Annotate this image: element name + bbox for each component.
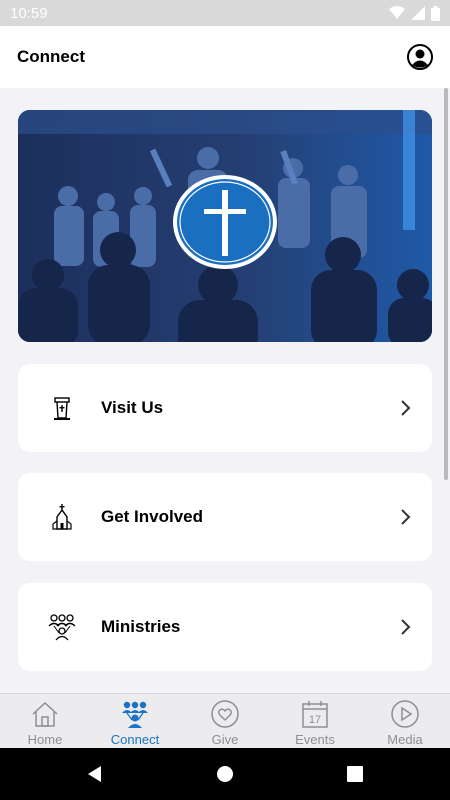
chevron-right-icon (401, 400, 411, 416)
people-group-icon (48, 614, 76, 641)
visit-us-card[interactable]: Visit Us (18, 364, 432, 452)
chevron-right-icon (401, 509, 411, 525)
tab-media-label: Media (387, 732, 423, 747)
tab-media[interactable]: Media (360, 694, 450, 749)
tab-home-label: Home (27, 732, 63, 747)
page-title: Connect (17, 47, 85, 66)
status-time: 10:59 (10, 4, 48, 22)
heart-icon (211, 700, 239, 728)
profile-button[interactable] (406, 43, 434, 71)
visit-us-label: Visit Us (101, 398, 164, 417)
wifi-icon (389, 6, 405, 19)
back-icon[interactable] (85, 764, 105, 784)
home-icon (32, 701, 58, 727)
tab-give[interactable]: Give (180, 694, 270, 749)
church-icon (52, 504, 72, 530)
tab-events[interactable]: 17 Events (270, 694, 360, 749)
tab-connect[interactable]: Connect (90, 694, 180, 749)
system-nav-bar (0, 748, 450, 800)
calendar-day: 17 (309, 714, 321, 726)
ministries-card[interactable]: Ministries (18, 583, 432, 671)
tab-bar: Home Connect Give 17 Events Media (0, 693, 450, 748)
hero-banner[interactable] (18, 110, 432, 342)
scrollbar[interactable] (444, 88, 448, 480)
content-scroll[interactable]: Visit Us Get Involved Ministries (0, 88, 450, 693)
status-bar: 10:59 (0, 0, 450, 26)
get-involved-card[interactable]: Get Involved (18, 473, 432, 561)
user-profile-icon (407, 44, 433, 70)
signal-icon (411, 6, 425, 20)
play-icon (391, 700, 419, 728)
ministries-label: Ministries (101, 617, 181, 636)
chevron-right-icon (401, 619, 411, 635)
cross-logo-icon (173, 175, 277, 269)
tab-connect-label: Connect (110, 732, 160, 747)
status-icons (389, 5, 440, 21)
get-involved-label: Get Involved (101, 507, 204, 526)
people-icon (122, 701, 148, 728)
battery-icon (431, 5, 440, 21)
recents-icon[interactable] (345, 764, 365, 784)
tab-give-label: Give (211, 732, 239, 747)
tab-home[interactable]: Home (0, 694, 90, 749)
app-header: Connect (0, 26, 450, 88)
tab-events-label: Events (295, 732, 335, 747)
calendar-icon: 17 (302, 701, 328, 728)
home-nav-icon[interactable] (215, 764, 235, 784)
pulpit-icon (54, 397, 70, 420)
